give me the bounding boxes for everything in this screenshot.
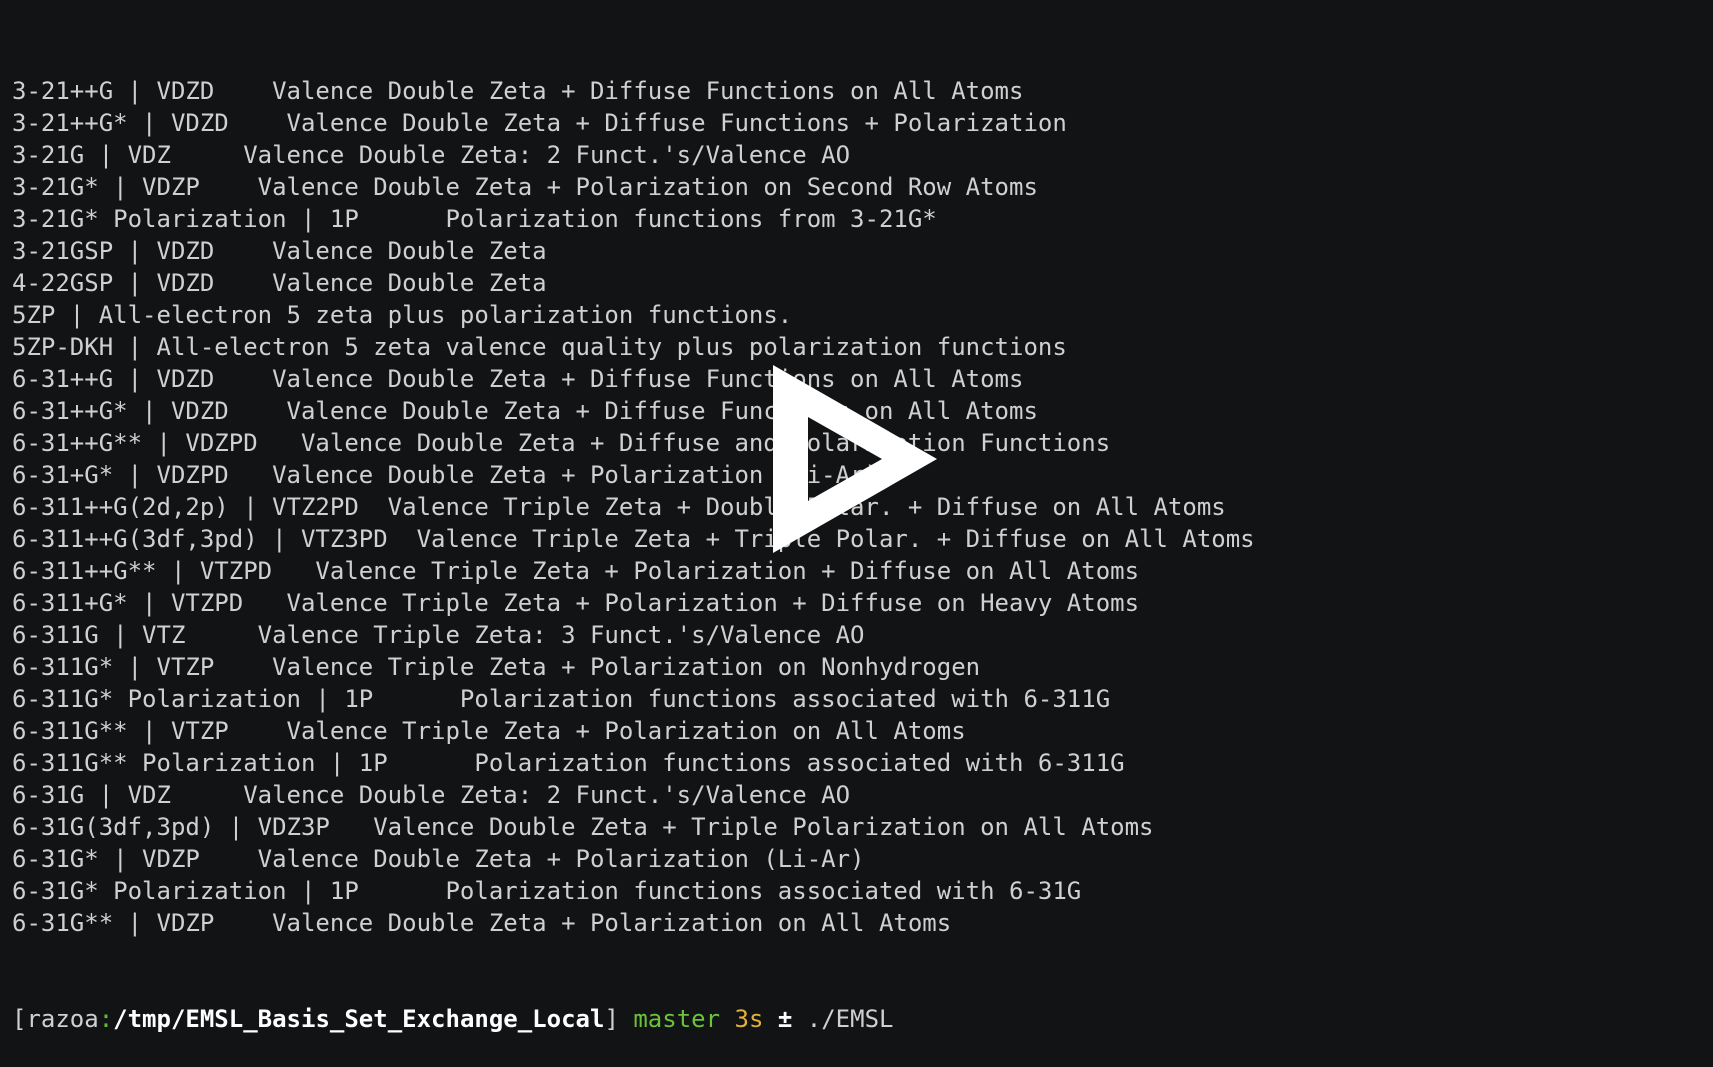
prompt-path: /tmp/EMSL_Basis_Set_Exchange_Local	[113, 1005, 605, 1033]
output-line: 6-31G** | VDZP Valence Double Zeta + Pol…	[12, 909, 952, 937]
output-line: 3-21G | VDZ Valence Double Zeta: 2 Funct…	[12, 141, 851, 169]
output-line: 5ZP-DKH | All-electron 5 zeta valence qu…	[12, 333, 1067, 361]
output-line: 5ZP | All-electron 5 zeta plus polarizat…	[12, 301, 793, 329]
output-line: 3-21G* | VDZP Valence Double Zeta + Pola…	[12, 173, 1038, 201]
output-line: 3-21++G* | VDZD Valence Double Zeta + Di…	[12, 109, 1067, 137]
output-line: 6-311G** | VTZP Valence Triple Zeta + Po…	[12, 717, 966, 745]
prompt-git-branch: master	[633, 1005, 721, 1033]
play-icon	[773, 365, 937, 553]
output-line: 6-31G* Polarization | 1P Polarization fu…	[12, 877, 1082, 905]
prompt-close-bracket: ]	[604, 1005, 619, 1033]
output-line: 3-21++G | VDZD Valence Double Zeta + Dif…	[12, 77, 1024, 105]
prompt-command[interactable]: ./EMSL	[807, 1005, 894, 1033]
output-line: 6-311++G** | VTZPD Valence Triple Zeta +…	[12, 557, 1140, 585]
shell-prompt[interactable]: [razoa:/tmp/EMSL_Basis_Set_Exchange_Loca…	[12, 1003, 1702, 1035]
output-line: 6-31G* | VDZP Valence Double Zeta + Pola…	[12, 845, 865, 873]
play-button[interactable]	[770, 362, 940, 557]
output-line: 6-311G* Polarization | 1P Polarization f…	[12, 685, 1111, 713]
prompt-colon: :	[98, 1005, 114, 1033]
output-line: 6-31G | VDZ Valence Double Zeta: 2 Funct…	[12, 781, 851, 809]
output-line: 6-311G* | VTZP Valence Triple Zeta + Pol…	[12, 653, 981, 681]
output-line: 6-31G(3df,3pd) | VDZ3P Valence Double Ze…	[12, 813, 1154, 841]
prompt-elapsed-time: 3s	[734, 1005, 764, 1033]
output-line: 6-311G | VTZ Valence Triple Zeta: 3 Func…	[12, 621, 865, 649]
prompt-dirty-marker: ±	[777, 1005, 793, 1033]
prompt-open-bracket: [	[12, 1005, 27, 1033]
output-line: 3-21GSP | VDZD Valence Double Zeta	[12, 237, 547, 265]
prompt-host: razoa	[26, 1005, 99, 1033]
output-line: 4-22GSP | VDZD Valence Double Zeta	[12, 269, 547, 297]
output-line: 6-311+G* | VTZPD Valence Triple Zeta + P…	[12, 589, 1140, 617]
output-line: 6-311G** Polarization | 1P Polarization …	[12, 749, 1125, 777]
output-line: 3-21G* Polarization | 1P Polarization fu…	[12, 205, 937, 233]
